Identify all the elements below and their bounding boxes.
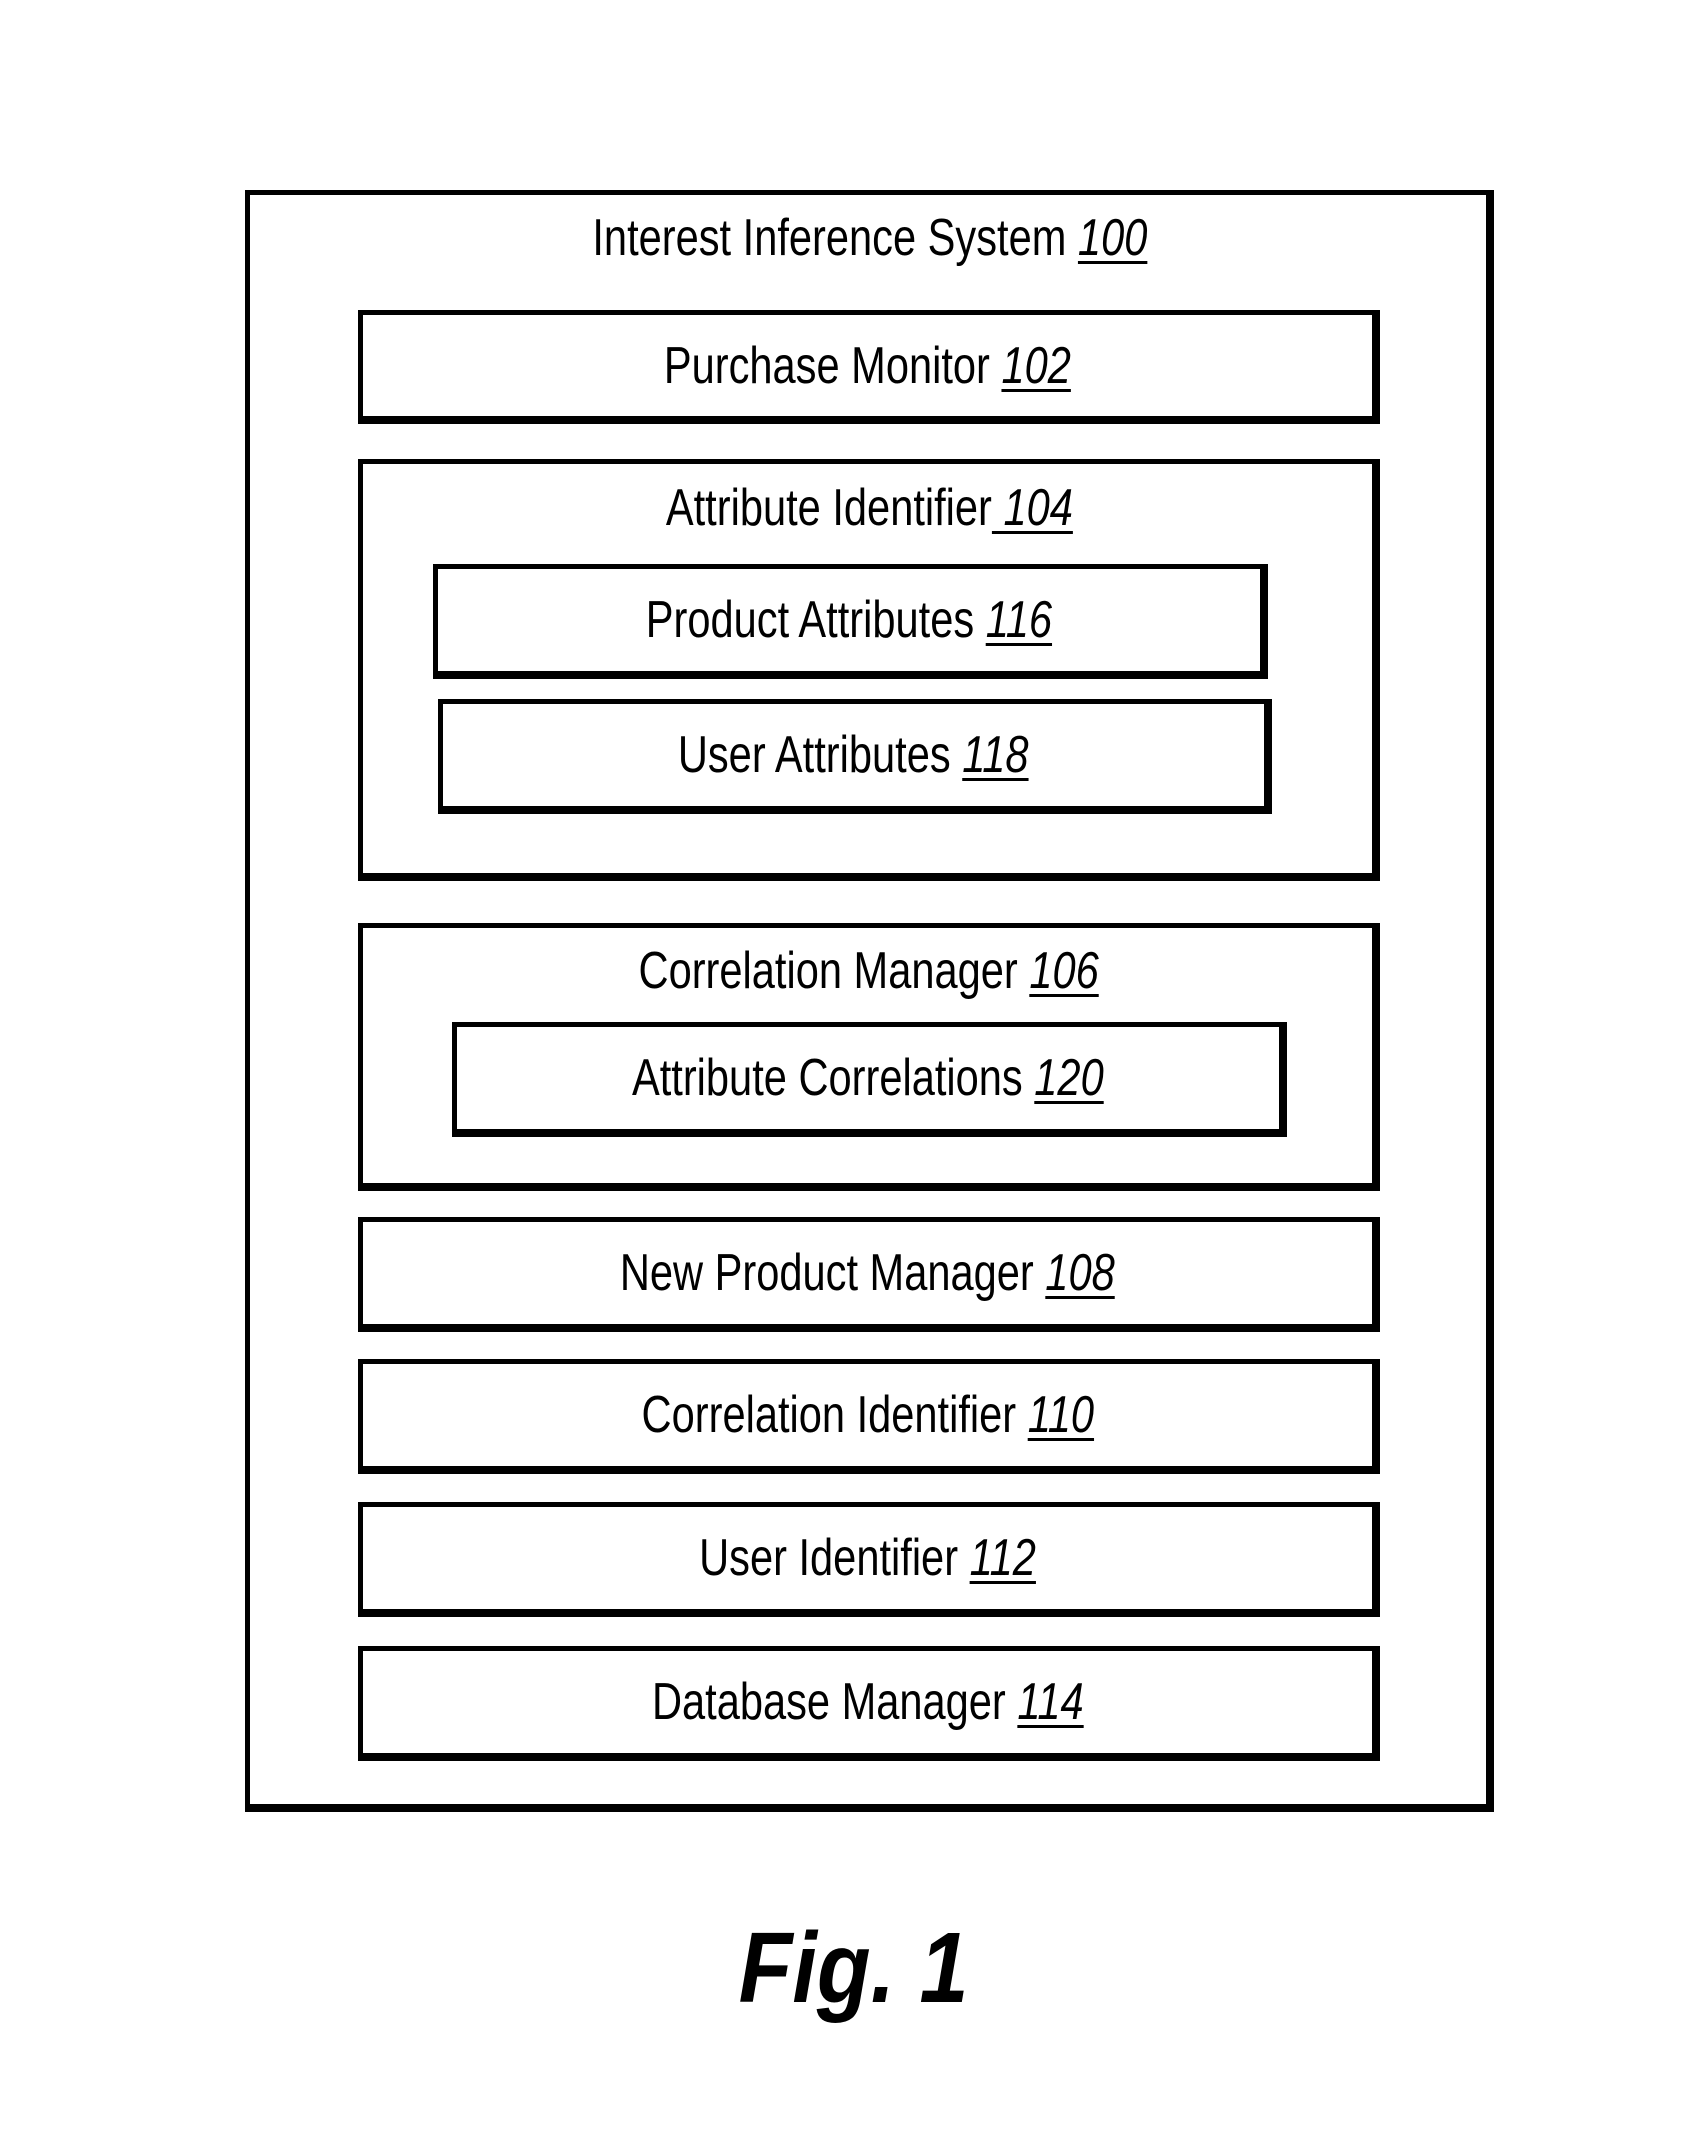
purchase-monitor-name: Purchase Monitor bbox=[664, 336, 991, 395]
attribute-identifier-label: Attribute Identifier 104 bbox=[358, 482, 1380, 534]
database-manager-ref-number: 114 bbox=[1017, 1673, 1084, 1731]
correlation-manager-label: Correlation Manager 106 bbox=[358, 945, 1380, 997]
new-product-manager-ref-number: 108 bbox=[1045, 1244, 1115, 1302]
correlation-manager-ref-number: 106 bbox=[1029, 942, 1100, 1000]
user-attributes-box: User Attributes 118 bbox=[438, 699, 1272, 814]
attribute-identifier-name: Attribute Identifier bbox=[665, 479, 992, 537]
database-manager-name: Database Manager bbox=[651, 1673, 1006, 1731]
correlation-identifier-label: Correlation Identifier 110 bbox=[585, 1389, 1151, 1441]
correlation-manager-name: Correlation Manager bbox=[638, 942, 1019, 1000]
attribute-correlations-name: Attribute Correlations bbox=[632, 1049, 1023, 1107]
user-attributes-ref-number: 118 bbox=[962, 726, 1029, 784]
product-attributes-box: Product Attributes 116 bbox=[433, 564, 1268, 679]
purchase-monitor-label: Purchase Monitor 102 bbox=[613, 340, 1122, 392]
user-attributes-label: User Attributes 118 bbox=[634, 729, 1072, 781]
user-identifier-label: User Identifier 112 bbox=[657, 1532, 1078, 1584]
correlation-identifier-ref-number: 110 bbox=[1027, 1386, 1094, 1444]
system-ref-number: 100 bbox=[1077, 209, 1147, 267]
system-name: Interest Inference System bbox=[592, 209, 1067, 267]
purchase-monitor-box: Purchase Monitor 102 bbox=[358, 310, 1380, 424]
user-identifier-box: User Identifier 112 bbox=[358, 1502, 1380, 1617]
figure-label-text: Fig. 1 bbox=[739, 1912, 969, 2024]
user-attributes-name: User Attributes bbox=[678, 726, 951, 784]
attribute-correlations-label: Attribute Correlations 120 bbox=[573, 1052, 1163, 1104]
product-attributes-ref-number: 116 bbox=[985, 591, 1053, 649]
user-identifier-name: User Identifier bbox=[699, 1529, 959, 1587]
figure-label: Fig. 1 bbox=[0, 1918, 1708, 2018]
interest-inference-system-label: Interest Inference System 100 bbox=[245, 212, 1494, 264]
database-manager-label: Database Manager 114 bbox=[598, 1676, 1138, 1728]
product-attributes-label: Product Attributes 116 bbox=[595, 594, 1103, 646]
new-product-manager-name: New Product Manager bbox=[620, 1244, 1034, 1302]
database-manager-box: Database Manager 114 bbox=[358, 1646, 1380, 1761]
new-product-manager-label: New Product Manager 108 bbox=[558, 1247, 1177, 1299]
product-attributes-name: Product Attributes bbox=[645, 591, 975, 649]
attribute-identifier-ref-number: 104 bbox=[991, 479, 1073, 537]
new-product-manager-box: New Product Manager 108 bbox=[358, 1217, 1380, 1332]
attribute-correlations-ref-number: 120 bbox=[1034, 1049, 1104, 1107]
purchase-monitor-ref-number: 102 bbox=[1001, 336, 1071, 395]
attribute-correlations-box: Attribute Correlations 120 bbox=[452, 1022, 1287, 1137]
user-identifier-ref-number: 112 bbox=[969, 1529, 1036, 1587]
correlation-identifier-name: Correlation Identifier bbox=[641, 1386, 1016, 1444]
correlation-identifier-box: Correlation Identifier 110 bbox=[358, 1359, 1380, 1474]
